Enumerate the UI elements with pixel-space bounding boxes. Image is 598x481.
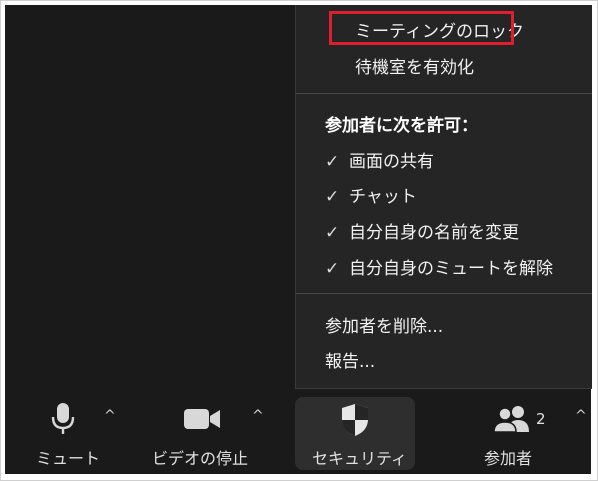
report-label: 報告... xyxy=(325,352,376,372)
checkmark-icon: ✓ xyxy=(325,223,340,243)
participants-count: 2 xyxy=(536,410,546,428)
participants-options-caret[interactable]: ^ xyxy=(575,408,587,424)
menu-item-unmute-self[interactable]: ✓ 自分自身のミュートを解除 xyxy=(325,254,553,279)
security-menu: ミーティングのロック 待機室を有効化 参加者に次を許可： ✓ 画面の共有 ✓ チャッ… xyxy=(295,5,592,389)
allow-participants-header: 参加者に次を許可： xyxy=(325,111,478,136)
unmute-self-label: 自分自身のミュートを解除 xyxy=(349,259,553,279)
checkmark-icon: ✓ xyxy=(325,152,340,172)
share-screen-label: 画面の共有 xyxy=(349,152,434,172)
menu-item-waiting-room-label: 待機室を有効化 xyxy=(355,58,474,78)
rename-self-label: 自分自身の名前を変更 xyxy=(349,223,519,243)
menu-item-chat[interactable]: ✓ チャット xyxy=(325,182,417,207)
highlight-box xyxy=(329,11,514,45)
shield-icon xyxy=(342,404,368,436)
participants-label: 参加者 xyxy=(484,449,533,468)
stop-video-label: ビデオの停止 xyxy=(152,449,249,468)
menu-item-share-screen[interactable]: ✓ 画面の共有 xyxy=(325,147,434,172)
menu-item-rename-self[interactable]: ✓ 自分自身の名前を変更 xyxy=(325,218,519,243)
menu-divider xyxy=(296,293,592,294)
menu-divider xyxy=(296,93,592,94)
checkmark-icon: ✓ xyxy=(325,187,340,207)
video-camera-icon xyxy=(184,409,220,429)
security-label: セキュリティ xyxy=(312,449,408,468)
menu-item-remove-participant[interactable]: 参加者を削除... xyxy=(325,312,443,337)
remove-participant-label: 参加者を削除... xyxy=(325,317,444,337)
checkmark-icon: ✓ xyxy=(325,259,340,279)
menu-item-report[interactable]: 報告... xyxy=(325,347,375,372)
menu-item-enable-waiting-room[interactable]: 待機室を有効化 xyxy=(355,53,474,78)
people-icon xyxy=(493,406,529,433)
microphone-icon xyxy=(51,403,75,434)
mute-options-caret[interactable]: ^ xyxy=(104,408,116,424)
video-options-caret[interactable]: ^ xyxy=(252,408,264,424)
mute-label: ミュート xyxy=(36,449,101,468)
chat-label: チャット xyxy=(349,187,417,207)
allow-header-label: 参加者に次を許可： xyxy=(325,116,478,136)
